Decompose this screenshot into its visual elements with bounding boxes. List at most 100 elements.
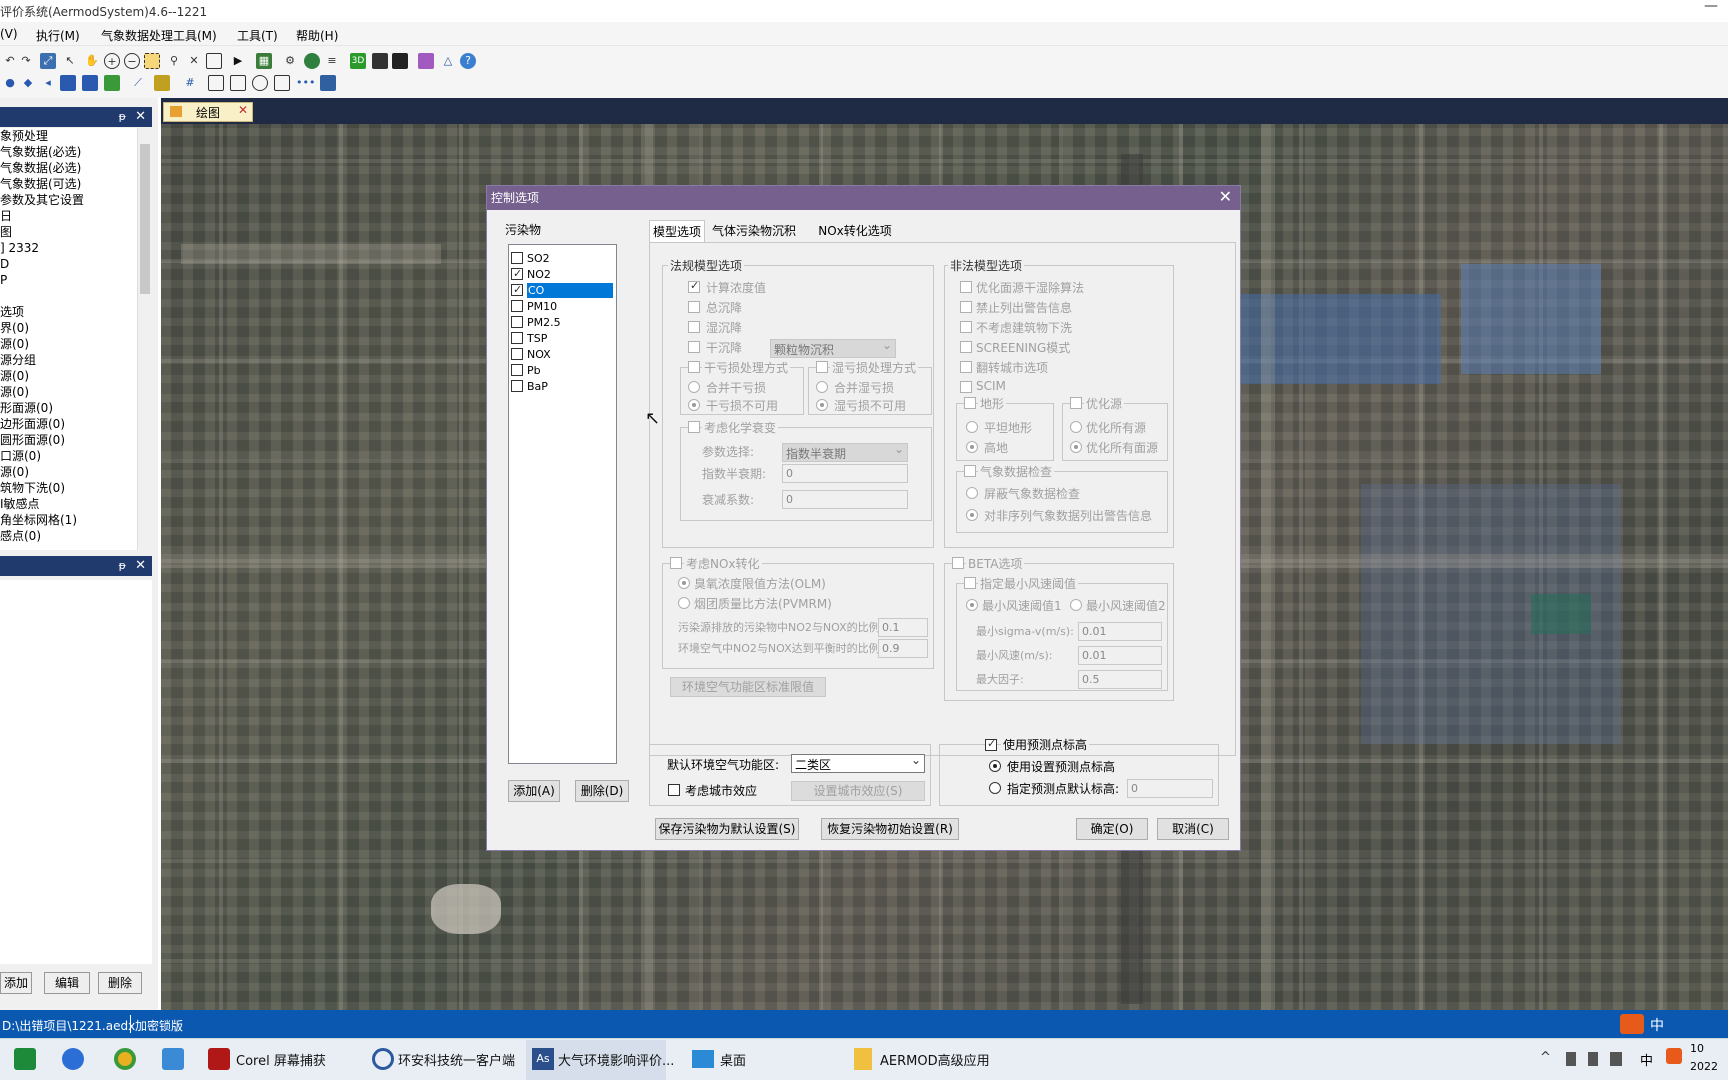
target-icon[interactable] (252, 75, 268, 91)
grid-small-icon[interactable]: # (182, 75, 198, 91)
tree-item[interactable]: 图 (0, 224, 137, 240)
optimize-checkbox[interactable] (1070, 397, 1082, 409)
cube-icon[interactable] (372, 53, 388, 69)
add-pollutant-button[interactable]: 添加(A) (508, 780, 560, 802)
pollutant-item[interactable]: BaP (509, 379, 616, 394)
tab-model-options[interactable]: 模型选项 (649, 220, 705, 242)
nonreg-opt3-checkbox[interactable] (960, 321, 972, 333)
ok-button[interactable]: 确定(O) (1076, 818, 1148, 840)
menu-view[interactable]: (V) (0, 27, 18, 41)
tree-item[interactable]: 口源(0) (0, 448, 137, 464)
pollutant-checkbox[interactable] (511, 348, 523, 360)
opt-all-radio[interactable] (1070, 421, 1082, 433)
chart-icon[interactable] (392, 53, 408, 69)
full-extent-icon[interactable]: ⤢ (40, 53, 56, 69)
area-source-icon[interactable] (60, 75, 76, 91)
tree-item[interactable]: 气象数据(可选) (0, 176, 137, 192)
redo-icon[interactable]: ↷ (18, 53, 34, 69)
tray-time[interactable]: 10 (1690, 1042, 1704, 1055)
tree-scrollbar[interactable] (137, 128, 152, 550)
pollutant-item[interactable]: NO2 (509, 266, 616, 282)
export-icon[interactable] (320, 75, 336, 91)
alert-icon[interactable]: △ (440, 53, 456, 69)
close-icon[interactable]: ✕ (135, 109, 146, 124)
sigma-input[interactable]: 0.01 (1078, 622, 1162, 641)
nonreg-opt1-checkbox[interactable] (960, 281, 972, 293)
wet-unavail-radio[interactable] (816, 399, 828, 411)
edit-button[interactable]: 编辑 (44, 972, 90, 994)
tab-gas-deposition[interactable]: 气体污染物沉积 (711, 220, 797, 242)
pollutant-checkbox[interactable] (511, 300, 523, 312)
zoom-in-icon[interactable]: + (104, 53, 120, 69)
search-icon[interactable] (62, 1048, 84, 1070)
menu-help[interactable]: 帮助(H) (296, 27, 338, 44)
min-wind-speed-input[interactable]: 0.01 (1078, 646, 1162, 665)
help-icon[interactable]: ? (460, 53, 476, 69)
report-icon[interactable] (274, 75, 290, 91)
pollutant-checkbox[interactable] (511, 252, 523, 264)
decay-input[interactable]: 0 (782, 490, 908, 509)
tree-item[interactable]: 源(0) (0, 368, 137, 384)
olm-radio[interactable] (678, 577, 690, 589)
opt-area-radio[interactable] (1070, 441, 1082, 453)
ratio1-input[interactable]: 0.1 (878, 618, 928, 637)
tree-item[interactable]: 角坐标网格(1) (0, 512, 137, 528)
air-std-button[interactable]: 环境空气功能区标准限值 (670, 677, 826, 697)
minimize-icon[interactable]: — (1704, 0, 1718, 14)
use-set-elevation-radio[interactable] (989, 760, 1001, 772)
ratio2-input[interactable]: 0.9 (878, 639, 928, 658)
wet-loss-checkbox[interactable] (816, 361, 828, 373)
met-mask-radio[interactable] (966, 487, 978, 499)
tray-date[interactable]: 2022 (1690, 1060, 1718, 1073)
close-icon[interactable]: ✕ (1219, 189, 1232, 205)
print-icon[interactable] (206, 53, 222, 69)
tree-item[interactable]: 气象数据(必选) (0, 160, 137, 176)
met-check-checkbox[interactable] (964, 465, 976, 477)
nonreg-opt5-checkbox[interactable] (960, 361, 972, 373)
chrome-icon[interactable] (114, 1048, 136, 1070)
nox-conversion-checkbox[interactable] (670, 557, 682, 569)
grid-icon[interactable]: ▦ (256, 53, 272, 69)
zone-select[interactable]: 二类区 (791, 753, 925, 773)
pollutant-checkbox[interactable] (511, 380, 523, 392)
max-factor-input[interactable]: 0.5 (1078, 670, 1162, 689)
polyline-icon[interactable]: ⟋ (130, 75, 146, 91)
huanan-client-icon[interactable] (372, 1048, 394, 1070)
tree-item[interactable]: P (0, 272, 137, 288)
desktop-icon[interactable] (692, 1050, 714, 1068)
pollutant-item[interactable]: SO2 (509, 251, 616, 266)
layers-icon[interactable]: ≡ (324, 53, 340, 69)
tree-item[interactable]: 象预处理 (0, 128, 137, 144)
folder-icon[interactable] (854, 1048, 872, 1070)
min-wind-checkbox[interactable] (964, 577, 976, 589)
tree-item[interactable]: 源(0) (0, 336, 137, 352)
pollutant-item[interactable]: Pb (509, 363, 616, 378)
tree-item[interactable]: 感点(0) (0, 528, 137, 544)
pollutant-checkbox[interactable] (511, 266, 523, 281)
table1-icon[interactable] (208, 75, 224, 91)
tree-item[interactable]: 筑物下洗(0) (0, 480, 137, 496)
urban-effect-checkbox[interactable] (668, 784, 680, 796)
select-icon[interactable]: ↖ (62, 53, 78, 69)
tray-chevron-icon[interactable]: ^ (1540, 1050, 1551, 1065)
close-icon[interactable]: ✕ (238, 103, 248, 117)
aermod-app-icon[interactable]: As (532, 1048, 554, 1070)
add-button[interactable]: 添加 (0, 972, 32, 994)
ime-mode[interactable]: 中 (1650, 1015, 1664, 1035)
tree-item[interactable]: 界(0) (0, 320, 137, 336)
merge-wet-radio[interactable] (816, 381, 828, 393)
merge-dry-radio[interactable] (688, 381, 700, 393)
tree-item[interactable] (0, 288, 137, 304)
wind-rose-icon[interactable] (418, 53, 434, 69)
tree-item[interactable]: 圆形面源(0) (0, 432, 137, 448)
pollutant-checkbox[interactable] (511, 282, 523, 297)
pvmrm-radio[interactable] (678, 597, 690, 609)
corel-capture-icon[interactable] (208, 1048, 230, 1070)
measure-icon[interactable]: ⚲ (166, 53, 182, 69)
param-select[interactable]: 指数半衰期 (782, 442, 908, 462)
chem-decay-checkbox[interactable] (688, 421, 700, 433)
more-icon[interactable]: ••• (296, 75, 315, 91)
sogou-ime-icon[interactable] (1620, 1014, 1644, 1034)
pollutant-item[interactable]: NOX (509, 347, 616, 362)
nonreg-opt4-checkbox[interactable] (960, 341, 972, 353)
